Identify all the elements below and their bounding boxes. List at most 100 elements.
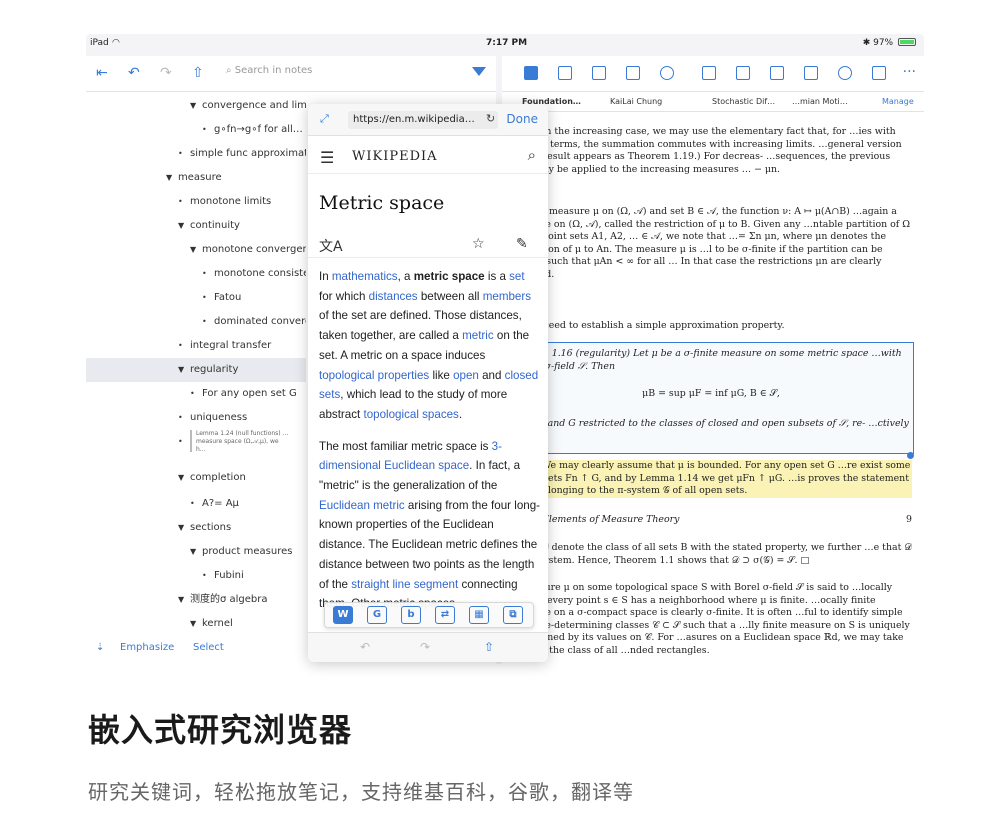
edit-pencil-icon[interactable]: ✎: [516, 236, 528, 252]
outline-row-label: completion: [190, 472, 246, 483]
translate-icon[interactable]: 文A: [319, 236, 343, 256]
wifi-icon: ◠: [112, 38, 120, 48]
url-field[interactable]: https://en.m.wikipedia…: [348, 111, 498, 129]
share-icon[interactable]: ⇧: [192, 65, 204, 81]
outline-row[interactable]: ▼ measure: [86, 166, 306, 190]
tab-riemannian[interactable]: …mian Moti…: [792, 97, 848, 106]
emphasize-button[interactable]: Emphasize: [120, 642, 174, 653]
outline-row[interactable]: • g∘fn→g∘f for all…: [86, 118, 306, 142]
lasso-icon[interactable]: [660, 66, 674, 80]
pen-icon[interactable]: [702, 66, 716, 80]
wiki-link[interactable]: straight line segment: [351, 578, 458, 591]
forward-icon[interactable]: ↷: [420, 640, 430, 654]
outline-row[interactable]: • For any open set G: [86, 382, 306, 406]
bookmark-icon[interactable]: [872, 66, 886, 80]
outline-row[interactable]: • Lemma 1.24 (null functions) … measure s…: [86, 430, 306, 454]
collapse-sidebar-icon[interactable]: ⇤: [96, 65, 108, 81]
wiki-link[interactable]: distances: [369, 290, 418, 303]
wiki-link[interactable]: open: [453, 369, 479, 382]
outline-row[interactable]: ▼ sections: [86, 516, 306, 540]
outline-row[interactable]: • integral transfer: [86, 334, 306, 358]
notes-toolbar: ⇤ ↶ ↷ ⇧ ⌕ Search in notes: [86, 56, 496, 92]
wiki-link[interactable]: members: [483, 290, 531, 303]
disclosure-triangle-icon[interactable]: ▼: [166, 166, 178, 190]
wiki-text: In: [319, 270, 332, 283]
pdf-paragraph: …ting 𝒟 denote the class of all sets B w…: [510, 542, 912, 566]
bing-engine-icon[interactable]: b: [401, 606, 421, 624]
disclosure-triangle-icon[interactable]: ▼: [178, 516, 190, 540]
outline-row[interactable]: • dominated convergence: [86, 310, 306, 334]
textbox-icon[interactable]: [804, 66, 818, 80]
outline-row[interactable]: ▼ kernel: [86, 612, 306, 636]
battery-status: ✱ 97%: [863, 38, 916, 48]
disclosure-triangle-icon[interactable]: ▼: [178, 466, 190, 490]
disclosure-triangle-icon[interactable]: ▼: [190, 540, 202, 564]
no-entry-icon[interactable]: [838, 66, 852, 80]
wiki-link[interactable]: Euclidean metric: [319, 499, 405, 512]
search-icon[interactable]: ⌕: [528, 146, 536, 164]
outline-row[interactable]: ▼ continuity: [86, 214, 306, 238]
done-button[interactable]: Done: [506, 112, 538, 126]
outline-row[interactable]: • A?= Aμ: [86, 492, 306, 516]
outline-row[interactable]: ▼ 测度的σ algebra: [86, 588, 306, 612]
search-icon: ⌕: [226, 65, 235, 76]
translate-engine-icon[interactable]: ⇄: [435, 606, 455, 624]
filter-icon[interactable]: [472, 67, 486, 76]
hand-tool-icon[interactable]: [524, 66, 538, 80]
eraser-icon[interactable]: [770, 66, 784, 80]
wiki-link[interactable]: set: [509, 270, 524, 283]
share-icon[interactable]: ⇧: [484, 640, 494, 654]
expand-icon[interactable]: ⤢: [320, 112, 329, 126]
undo-icon[interactable]: ↶: [128, 65, 140, 81]
notes-search-input[interactable]: ⌕ Search in notes: [226, 65, 456, 83]
outline-row[interactable]: • uniqueness: [86, 406, 306, 430]
outline-row[interactable]: ▼ product measures: [86, 540, 306, 564]
disclosure-triangle-icon[interactable]: ▼: [178, 588, 190, 612]
wiki-browser-popover: ⤢ https://en.m.wikipedia… ↻ Done ☰ WIKIP…: [308, 104, 548, 662]
outline-row[interactable]: • Fubini: [86, 564, 306, 588]
status-bar: iPad ◠ 7:17 PM ✱ 97%: [86, 34, 924, 52]
disclosure-triangle-icon[interactable]: ▼: [190, 238, 202, 262]
pdf-panel: ··· Foundation… KaiLai Chung Stochastic …: [502, 56, 924, 664]
disclosure-triangle-icon[interactable]: ▼: [190, 94, 202, 118]
star-icon[interactable]: ☆: [472, 236, 485, 252]
image-clip-icon[interactable]: [626, 66, 640, 80]
copy-engine-icon[interactable]: ⧉: [503, 606, 523, 624]
more-icon[interactable]: ···: [903, 64, 916, 80]
outline-row[interactable]: • simple func approximation: [86, 142, 306, 166]
image-engine-icon[interactable]: ▦: [469, 606, 489, 624]
page-number: 9: [906, 514, 912, 525]
outline-row[interactable]: ▼convergence and limits: [86, 94, 306, 118]
wiki-link[interactable]: topological spaces: [363, 408, 458, 421]
tab-kailai-chung[interactable]: KaiLai Chung: [610, 97, 662, 106]
outline-row[interactable]: • monotone limits: [86, 190, 306, 214]
outline-row[interactable]: • Fatou: [86, 286, 306, 310]
reload-icon[interactable]: ↻: [486, 112, 495, 125]
bullet-icon: •: [202, 125, 207, 134]
back-icon[interactable]: ↶: [360, 640, 370, 654]
hamburger-menu-icon[interactable]: ☰: [320, 148, 334, 167]
bullet-icon: •: [202, 269, 207, 278]
highlighter-icon[interactable]: [736, 66, 750, 80]
outline-row[interactable]: ▼ completion: [86, 466, 306, 490]
outline-row[interactable]: ▼monotone convergence: [86, 238, 306, 262]
wiki-text: like: [429, 368, 454, 382]
wiki-link[interactable]: topological properties: [319, 369, 429, 382]
wikipedia-engine-icon[interactable]: W: [333, 606, 353, 624]
select-button[interactable]: Select: [193, 642, 224, 653]
tab-stochastic[interactable]: Stochastic Dif…: [712, 97, 775, 106]
outline-row[interactable]: ▼ regularity: [86, 358, 306, 382]
outline-row[interactable]: • monotone consistency: [86, 262, 306, 286]
manage-tabs-button[interactable]: Manage: [882, 97, 914, 106]
text-highlight-icon[interactable]: [558, 66, 572, 80]
rectangle-select-icon[interactable]: [592, 66, 606, 80]
wiki-link[interactable]: metric: [462, 329, 494, 342]
wiki-link[interactable]: mathematics: [332, 270, 398, 283]
disclosure-triangle-icon[interactable]: ▼: [190, 612, 202, 636]
selection-handle[interactable]: [907, 452, 914, 459]
google-engine-icon[interactable]: G: [367, 606, 387, 624]
disclosure-triangle-icon[interactable]: ▼: [178, 214, 190, 238]
sort-icon[interactable]: ⇣: [96, 642, 104, 653]
disclosure-triangle-icon[interactable]: ▼: [178, 358, 190, 382]
redo-icon[interactable]: ↷: [160, 65, 172, 81]
